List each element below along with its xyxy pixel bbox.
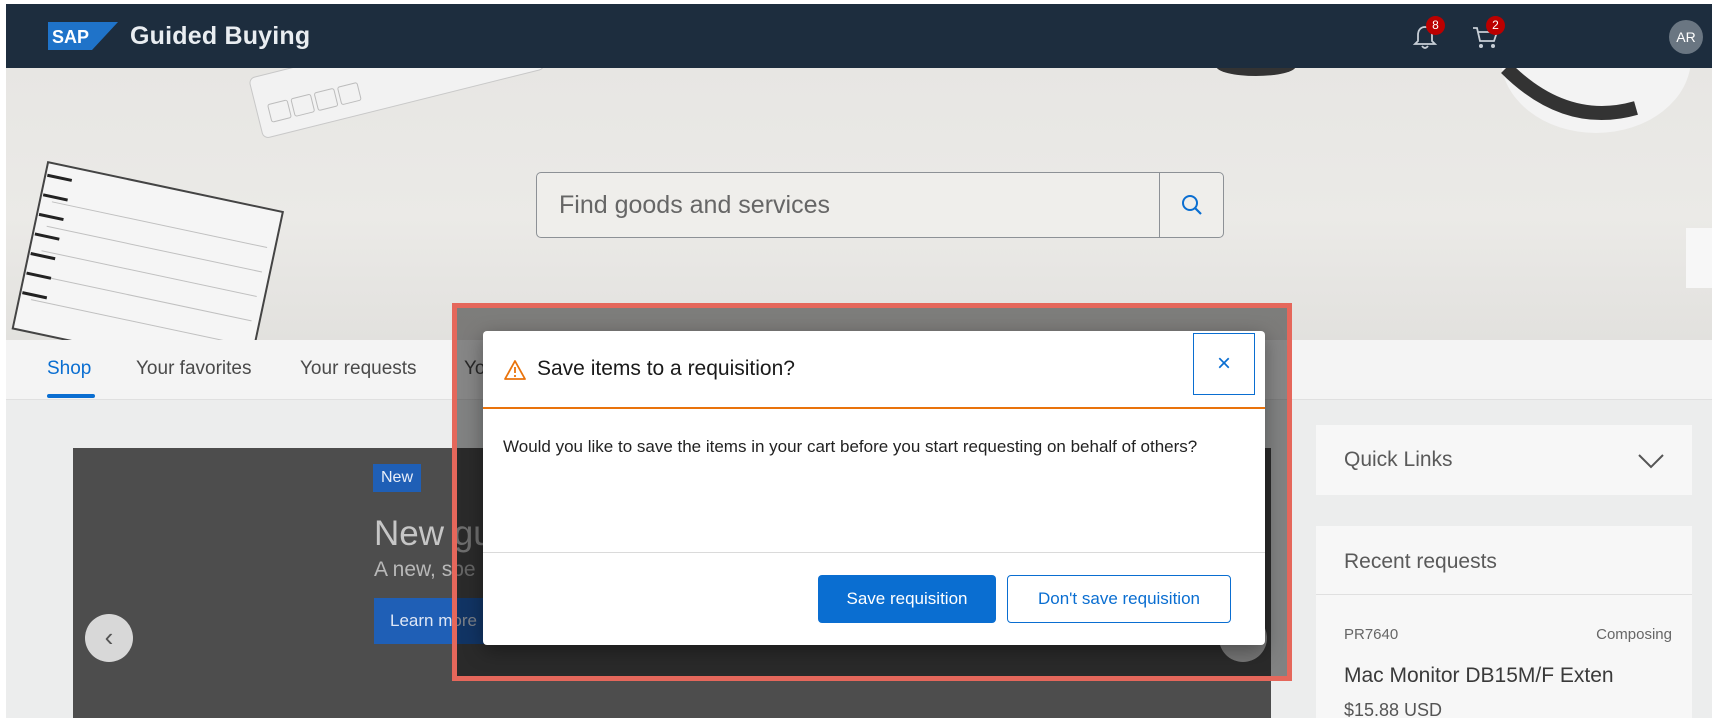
dialog-message: Would you like to save the items in your… <box>503 437 1198 456</box>
app-title: Guided Buying <box>130 22 311 50</box>
close-button[interactable]: × <box>1193 333 1255 395</box>
shell-bar: SAP Guided Buying 8 2 AR <box>6 4 1712 68</box>
notifications-badge: 8 <box>1426 16 1445 35</box>
dialog-footer-divider <box>483 552 1265 553</box>
save-requisition-dialog: Save items to a requisition? × Would you… <box>483 331 1265 645</box>
tab-your-requests[interactable]: Your requests <box>300 358 417 380</box>
active-tab-indicator <box>47 394 95 398</box>
save-requisition-button[interactable]: Save requisition <box>818 575 996 623</box>
dialog-title: Save items to a requisition? <box>537 357 795 380</box>
new-badge: New <box>373 464 422 492</box>
hero-banner <box>6 68 1712 340</box>
quick-links-panel[interactable]: Quick Links <box>1316 425 1692 495</box>
request-id: PR7640 <box>1344 626 1399 643</box>
warning-icon <box>504 360 526 380</box>
quick-links-title: Quick Links <box>1344 448 1453 471</box>
sap-logo[interactable]: SAP <box>48 22 118 50</box>
search-bar <box>536 172 1224 238</box>
svg-text:SAP: SAP <box>52 27 89 47</box>
request-status: Composing <box>1596 626 1672 643</box>
recent-requests-title: Recent requests <box>1344 550 1497 573</box>
search-icon <box>1181 195 1202 215</box>
divider <box>1316 594 1692 595</box>
recent-requests-panel: Recent requests PR7640 Composing Mac Mon… <box>1316 526 1692 718</box>
tab-your-favorites[interactable]: Your favorites <box>136 358 251 380</box>
dialog-header: Save items to a requisition? × <box>483 331 1265 409</box>
search-input[interactable] <box>537 173 1153 237</box>
search-button[interactable] <box>1159 173 1223 237</box>
cart-badge: 2 <box>1486 16 1505 35</box>
request-price: $15.88 USD <box>1344 700 1443 718</box>
request-item-name[interactable]: Mac Monitor DB15M/F Exten <box>1344 664 1614 688</box>
close-icon: × <box>1216 350 1231 377</box>
cart-button[interactable]: 2 <box>1470 16 1505 52</box>
tab-shop[interactable]: Shop <box>47 358 91 380</box>
chevron-down-icon[interactable] <box>1636 451 1666 471</box>
notifications-button[interactable]: 8 <box>1410 16 1445 52</box>
dont-save-requisition-button[interactable]: Don't save requisition <box>1007 575 1231 623</box>
user-avatar[interactable]: AR <box>1669 20 1703 54</box>
carousel-prev-button[interactable]: ‹ <box>85 614 133 662</box>
chevron-left-icon: ‹ <box>104 622 114 652</box>
